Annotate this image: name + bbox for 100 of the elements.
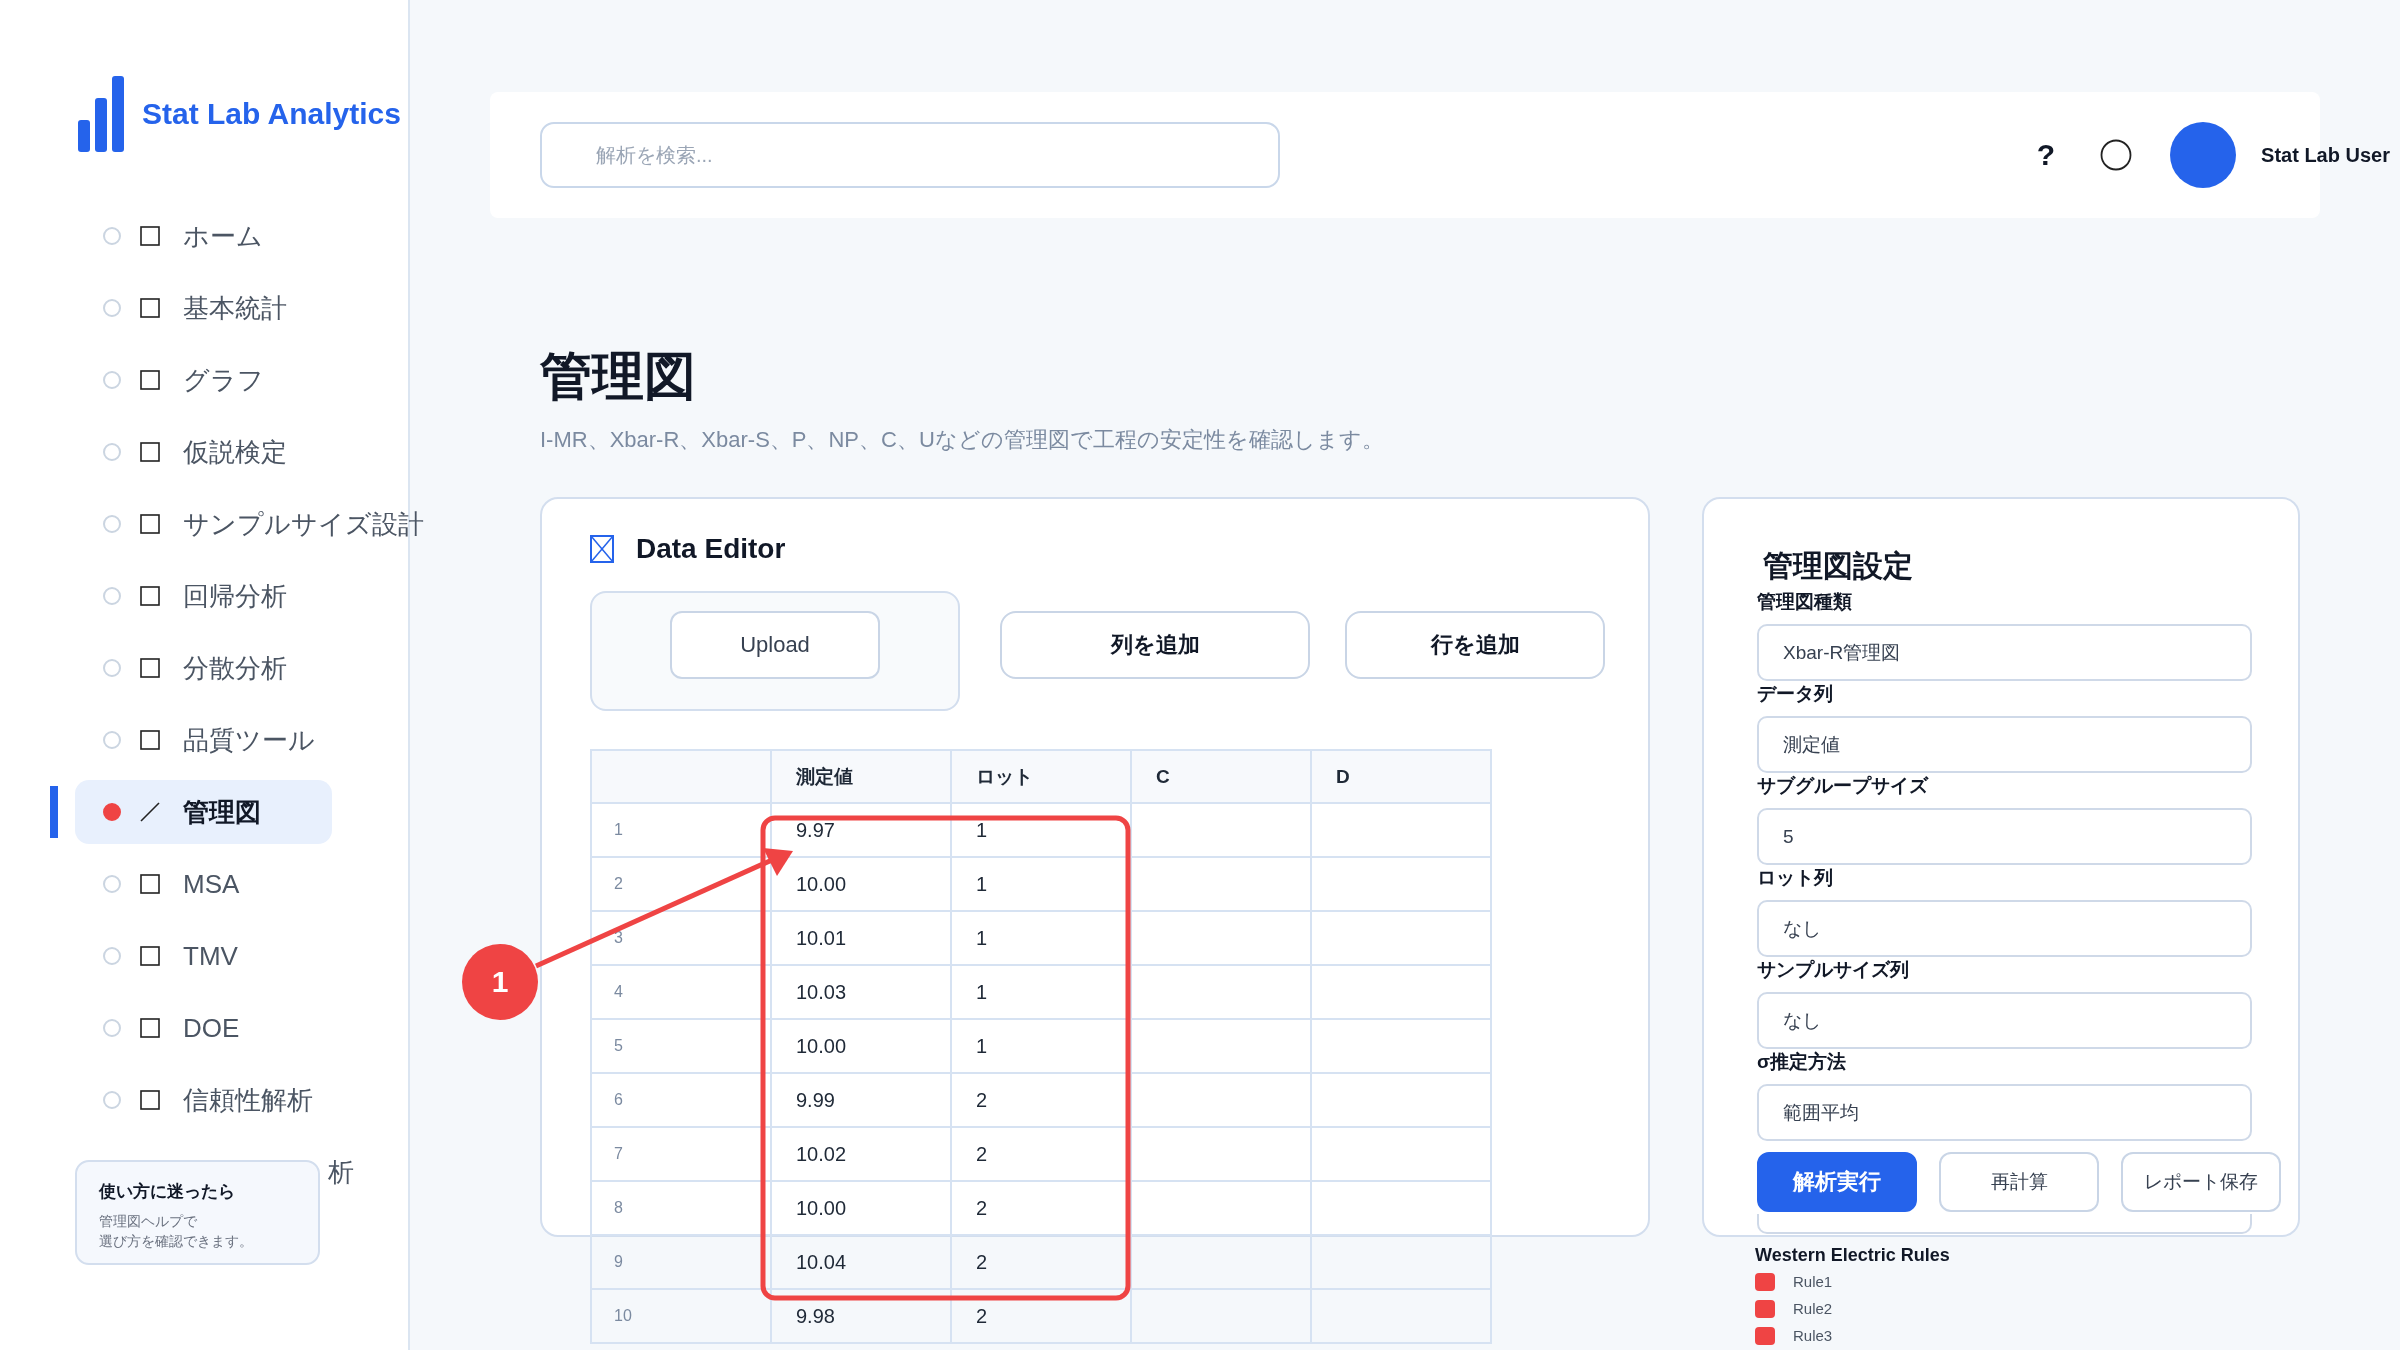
table-cell[interactable]: 10.00 — [772, 1020, 952, 1075]
field-label: σ推定方法 — [1757, 1050, 1847, 1075]
table-cell[interactable]: 10.00 — [772, 1182, 952, 1237]
input-field[interactable] — [1757, 1214, 2252, 1235]
table-cell[interactable] — [1132, 1128, 1312, 1183]
column-header[interactable]: C — [1132, 749, 1312, 805]
user-name: Stat Lab User — [2261, 143, 2390, 167]
circle-icon[interactable] — [2100, 139, 2133, 171]
table-cell[interactable]: 10.03 — [772, 966, 952, 1021]
card-title: 管理図設定 — [1763, 548, 1914, 585]
table-cell[interactable] — [1312, 1020, 1492, 1075]
table-cell[interactable]: 10.01 — [772, 912, 952, 967]
square-icon — [139, 657, 161, 679]
square-icon — [139, 585, 161, 607]
nav-item[interactable]: 基本統計 — [75, 276, 332, 340]
nav-item[interactable]: ホーム — [75, 204, 332, 268]
table-cell[interactable] — [1312, 1128, 1492, 1183]
nav-item[interactable]: DOE — [75, 996, 332, 1060]
table-cell[interactable]: 1 — [952, 1020, 1132, 1075]
table-cell[interactable]: 2 — [952, 1236, 1132, 1291]
column-header[interactable]: D — [1312, 749, 1492, 805]
table-cell[interactable]: 2 — [952, 1074, 1132, 1129]
input-field[interactable]: 範囲平均 — [1757, 1084, 2252, 1142]
table-cell[interactable] — [1132, 912, 1312, 967]
page-title: 管理図 — [540, 346, 697, 407]
nav-item[interactable]: MSA — [75, 852, 332, 916]
help-text: 選び方を確認できます。 — [99, 1232, 254, 1252]
table-cell[interactable] — [1312, 1182, 1492, 1237]
run-button[interactable]: 解析実行 — [1757, 1152, 1917, 1213]
help-button[interactable]: ? — [2036, 138, 2056, 172]
table-cell[interactable] — [1132, 858, 1312, 913]
action-button[interactable]: 再計算 — [1939, 1152, 2099, 1213]
column-header[interactable]: 測定値 — [772, 749, 952, 805]
table-cell[interactable] — [1312, 1290, 1492, 1345]
row-number: 5 — [592, 1020, 772, 1075]
table-cell[interactable]: 9.99 — [772, 1074, 952, 1129]
nav-item[interactable]: TMV — [75, 924, 332, 988]
table-icon — [590, 535, 614, 564]
nav-item[interactable]: 信頼性解析 — [75, 1068, 333, 1132]
row-number: 9 — [592, 1236, 772, 1291]
nav-item[interactable]: 析 — [328, 1154, 354, 1190]
table-cell[interactable] — [1132, 804, 1312, 859]
nav-item[interactable]: サンプルサイズ設計 — [75, 492, 444, 556]
row-number: 8 — [592, 1182, 772, 1237]
nav-item[interactable]: 仮説検定 — [75, 420, 332, 484]
radio-icon — [103, 227, 121, 245]
row-number: 4 — [592, 966, 772, 1021]
table-action-button[interactable]: 列を追加 — [1000, 611, 1310, 680]
table-cell[interactable]: 1 — [952, 858, 1132, 913]
table-cell[interactable]: 9.98 — [772, 1290, 952, 1345]
radio-icon — [103, 947, 121, 965]
rule-label: Rule2 — [1793, 1300, 1833, 1318]
row-number: 7 — [592, 1128, 772, 1183]
table-cell[interactable]: 1 — [952, 966, 1132, 1021]
table-cell[interactable]: 10.02 — [772, 1128, 952, 1183]
search-field[interactable]: 解析を検索... — [540, 122, 1280, 188]
nav-item[interactable]: 管理図 — [75, 780, 332, 844]
radio-icon — [103, 803, 121, 821]
input-field[interactable]: Xbar-R管理図 — [1757, 624, 2252, 682]
table-cell[interactable]: 1 — [952, 912, 1132, 967]
table-cell[interactable] — [1132, 966, 1312, 1021]
card-title: Data Editor — [636, 533, 786, 566]
table-cell[interactable] — [1312, 858, 1492, 913]
radio-icon — [103, 587, 121, 605]
input-field[interactable]: なし — [1757, 992, 2252, 1050]
table-cell[interactable] — [1312, 912, 1492, 967]
table-cell[interactable] — [1312, 966, 1492, 1021]
nav-item[interactable]: 分散分析 — [75, 636, 332, 700]
table-cell[interactable] — [1132, 1290, 1312, 1345]
table-cell[interactable] — [1132, 1074, 1312, 1129]
table-cell[interactable]: 2 — [952, 1182, 1132, 1237]
table-cell[interactable]: 10.04 — [772, 1236, 952, 1291]
table-cell[interactable] — [1132, 1182, 1312, 1237]
table-cell[interactable] — [1132, 1236, 1312, 1291]
table-cell[interactable] — [1312, 804, 1492, 859]
action-button[interactable]: レポート保存 — [2121, 1152, 2281, 1213]
table-cell[interactable]: 2 — [952, 1128, 1132, 1183]
input-field[interactable]: 5 — [1757, 808, 2252, 866]
nav-item[interactable]: 回帰分析 — [75, 564, 332, 628]
table-cell[interactable] — [1132, 1020, 1312, 1075]
square-icon — [139, 1017, 161, 1039]
nav-item[interactable]: グラフ — [75, 348, 332, 412]
row-number: 6 — [592, 1074, 772, 1129]
table-action-button[interactable]: 行を追加 — [1345, 611, 1605, 680]
square-icon — [139, 225, 161, 247]
square-icon — [139, 1089, 161, 1111]
field-label: サンプルサイズ列 — [1757, 958, 1910, 983]
column-header[interactable]: ロット — [952, 749, 1132, 805]
input-field[interactable]: なし — [1757, 900, 2252, 958]
app-name: Stat Lab Analytics — [142, 97, 401, 131]
field-label: データ列 — [1757, 682, 1834, 707]
nav-item[interactable]: 品質ツール — [75, 708, 335, 772]
table-cell[interactable] — [1312, 1236, 1492, 1291]
table-cell[interactable]: 2 — [952, 1290, 1132, 1345]
bar-chart-logo-icon — [78, 76, 124, 152]
input-field[interactable]: 測定値 — [1757, 716, 2252, 774]
table-cell[interactable]: 1 — [952, 804, 1132, 859]
field-label: ロット列 — [1757, 866, 1834, 891]
upload-button[interactable]: Upload — [670, 611, 880, 680]
table-cell[interactable] — [1312, 1074, 1492, 1129]
